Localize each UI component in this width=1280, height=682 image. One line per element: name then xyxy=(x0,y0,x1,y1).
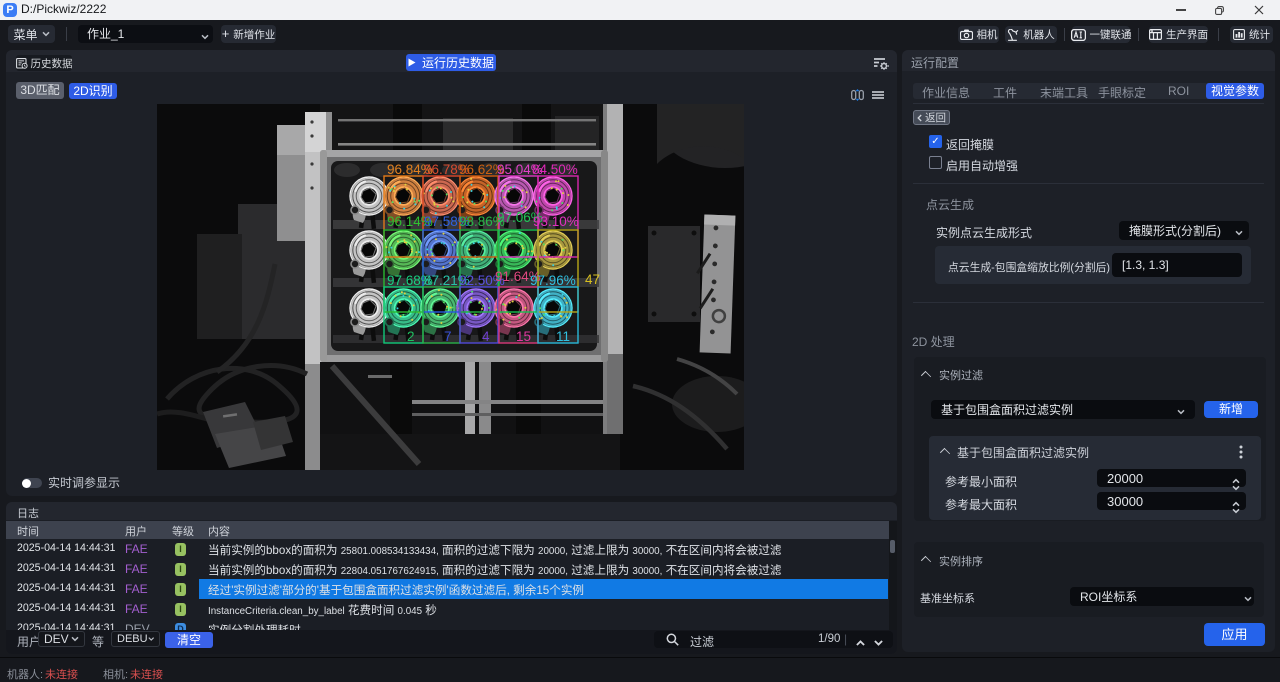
svg-text:15: 15 xyxy=(516,329,531,344)
svg-text:11: 11 xyxy=(556,329,570,344)
svg-text:97.96%: 97.96% xyxy=(530,273,576,288)
svg-text:2: 2 xyxy=(407,329,415,344)
svg-text:7: 7 xyxy=(444,329,452,344)
svg-text:47: 47 xyxy=(585,272,600,287)
svg-text:93.10%: 93.10% xyxy=(533,214,579,229)
svg-text:4: 4 xyxy=(482,329,490,344)
svg-text:84.50%: 84.50% xyxy=(532,162,578,177)
